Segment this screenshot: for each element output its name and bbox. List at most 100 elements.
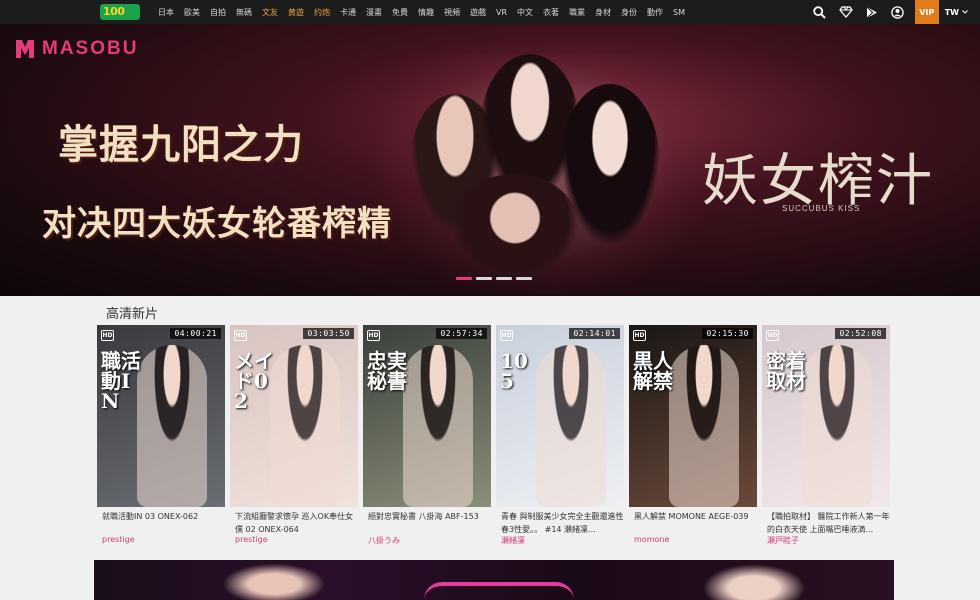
video-title[interactable]: 【職拍取材】 醫院工作新人第一年的白衣天使 上面嘴巴唾液滴... (762, 510, 890, 536)
video-thumbnail[interactable]: 忠実秘書 HD 02:57:34 (363, 325, 491, 507)
thumbnail-figure (802, 345, 872, 507)
video-actor[interactable]: 瀬緒凜 (496, 535, 624, 546)
thumbnail-figure (669, 345, 739, 507)
hd-badge: HD (633, 330, 646, 341)
video-thumbnail[interactable]: 黒人解禁 HD 02:15:30 (629, 325, 757, 507)
hd-badge: HD (766, 330, 779, 341)
nav-item-14[interactable]: 中文 (517, 7, 533, 18)
video-actor[interactable]: prestige (97, 535, 225, 544)
language-selector[interactable]: TW (939, 8, 980, 17)
duration-badge: 02:52:08 (835, 328, 886, 339)
video-card[interactable]: 密着取材 HD 02:52:08 【職拍取材】 醫院工作新人第一年的白衣天使 上面嘴巴… (762, 325, 890, 546)
thumbnail-overlay-text: 黒人解禁 (633, 349, 673, 393)
nav-item-12[interactable]: 遊戲 (470, 7, 486, 18)
nav-item-13[interactable]: VR (496, 8, 507, 17)
thumbnail-figure (536, 345, 606, 507)
nav-item-7[interactable]: 卡通 (340, 7, 356, 18)
diamond-icon[interactable] (833, 0, 859, 24)
video-card[interactable]: 職活動IN HD 04:00:21 就職活動IN 03 ONEX-062 prestig… (97, 325, 225, 546)
nav-item-8[interactable]: 漫畫 (366, 7, 382, 18)
thumbnail-overlay-text: 職活動IN (101, 349, 141, 413)
video-title[interactable]: 就職活動IN 03 ONEX-062 (97, 510, 225, 536)
nav-item-5[interactable]: 黄遊 (288, 7, 304, 18)
hero-figure-4 (450, 174, 580, 284)
search-icon[interactable] (807, 0, 833, 24)
video-thumbnail[interactable]: 105 HD 02:14:01 (496, 325, 624, 507)
user-icon[interactable] (885, 0, 911, 24)
page: 100 日本 歐美 自拍 無碼 文友 黄遊 约炮 卡通 漫畫 免費 情趣 視頻 遊戲 VR 中文 衣著 職業 身材… (0, 0, 980, 600)
video-card[interactable]: メイド02 HD 03:03:50 下流組廳警求懷孕 巡入OK奉仕女僕 02 ONEX… (230, 325, 358, 546)
logo-text: 100 (103, 5, 125, 18)
thumbnail-overlay-text: 105 (500, 349, 528, 393)
nav-item-9[interactable]: 免費 (392, 7, 408, 18)
thumbnail-figure (403, 345, 473, 507)
carousel-dot-3[interactable] (516, 277, 532, 280)
vip-button[interactable]: VIP (914, 0, 939, 24)
carousel-dot-2[interactable] (496, 277, 512, 280)
hd-badge: HD (500, 330, 513, 341)
hero-headline-2: 对决四大妖女轮番榨精 (42, 204, 392, 244)
nav-item-10[interactable]: 情趣 (418, 7, 434, 18)
video-title[interactable]: 下流組廳警求懷孕 巡入OK奉仕女僕 02 ONEX-064 (230, 510, 358, 536)
video-card[interactable]: 忠実秘書 HD 02:57:34 絕對忠實秘書 八掛海 ABF-153 八掛うみ (363, 325, 491, 546)
nav-item-17[interactable]: 身材 (595, 7, 611, 18)
video-actor[interactable]: momone (629, 535, 757, 544)
nav-item-19[interactable]: 動作 (647, 7, 663, 18)
nav-item-15[interactable]: 衣著 (543, 7, 559, 18)
ad-neon-decoration (424, 582, 574, 600)
duration-badge: 04:00:21 (170, 328, 221, 339)
chevron-down-icon (962, 10, 968, 14)
hero-brand-text: MASOBU (42, 38, 139, 59)
duration-badge: 02:15:30 (702, 328, 753, 339)
nav-actions: VIP TW (807, 0, 980, 24)
nav-item-11[interactable]: 視頻 (444, 7, 460, 18)
video-title[interactable]: 絕對忠實秘書 八掛海 ABF-153 (363, 510, 491, 536)
video-thumbnail[interactable]: メイド02 HD 03:03:50 (230, 325, 358, 507)
hd-badge: HD (367, 330, 380, 341)
hero-headline-1: 掌握九阳之力 (58, 122, 304, 168)
nav-item-1[interactable]: 歐美 (184, 7, 200, 18)
hd-badge: HD (101, 330, 114, 341)
video-actor[interactable]: 八掛うみ (363, 535, 491, 546)
section-title: 高清新片 (106, 307, 159, 322)
site-logo[interactable]: 100 (100, 2, 142, 22)
thumbnail-overlay-text: 忠実秘書 (367, 349, 407, 393)
thumbnail-figure (270, 345, 340, 507)
thumbnail-overlay-text: メイド02 (234, 349, 274, 413)
nav-item-0[interactable]: 日本 (158, 7, 174, 18)
video-grid: 職活動IN HD 04:00:21 就職活動IN 03 ONEX-062 prestig… (97, 325, 890, 546)
ad-figure-right (694, 560, 814, 600)
video-thumbnail[interactable]: 職活動IN HD 04:00:21 (97, 325, 225, 507)
hero-brand: MASOBU (14, 38, 138, 60)
ad-figure-left (214, 560, 334, 600)
video-card[interactable]: 105 HD 02:14:01 青春 與制服美少女完全主觀還進性春3性愛。。 #14 … (496, 325, 624, 546)
nav-item-2[interactable]: 自拍 (210, 7, 226, 18)
hero-subtitle-right: SUCCUBUS KISS (782, 204, 861, 213)
video-actor[interactable]: prestige (230, 535, 358, 544)
nav-item-18[interactable]: 身份 (621, 7, 637, 18)
duration-badge: 03:03:50 (303, 328, 354, 339)
nav-item-4[interactable]: 文友 (262, 7, 278, 18)
thumbnail-figure (137, 345, 207, 507)
carousel-dot-1[interactable] (476, 277, 492, 280)
video-card[interactable]: 黒人解禁 HD 02:15:30 黑人解禁 MOMONE AEGE-039 momone (629, 325, 757, 546)
video-thumbnail[interactable]: 密着取材 HD 02:52:08 (762, 325, 890, 507)
duration-badge: 02:57:34 (436, 328, 487, 339)
video-actor[interactable]: 瀬戸睦子 (762, 535, 890, 546)
hero-banner[interactable]: MASOBU 掌握九阳之力 对决四大妖女轮番榨精 妖女榨汁 SUCCUBUS K… (0, 24, 980, 296)
carousel-dot-0[interactable] (456, 277, 472, 280)
nav-item-20[interactable]: SM (673, 8, 685, 17)
nav-item-6[interactable]: 约炮 (314, 7, 330, 18)
category-nav: 日本 歐美 自拍 無碼 文友 黄遊 约炮 卡通 漫畫 免費 情趣 視頻 遊戲 VR 中文 衣著 職業 身材 身份 動作… (158, 0, 695, 24)
nav-item-16[interactable]: 職業 (569, 7, 585, 18)
video-title[interactable]: 黑人解禁 MOMONE AEGE-039 (629, 510, 757, 536)
top-navbar: 100 日本 歐美 自拍 無碼 文友 黄遊 约炮 卡通 漫畫 免費 情趣 視頻 遊戲 VR 中文 衣著 職業 身材… (0, 0, 980, 24)
nav-item-3[interactable]: 無碼 (236, 7, 252, 18)
thumbnail-overlay-text: 密着取材 (766, 349, 806, 393)
hd-badge: HD (234, 330, 247, 341)
play-store-icon[interactable] (859, 0, 885, 24)
video-title[interactable]: 青春 與制服美少女完全主觀還進性春3性愛。。 #14 瀨緒凜... (496, 510, 624, 536)
bottom-ad-banner[interactable] (94, 560, 894, 600)
masobu-logo-icon (14, 38, 36, 60)
duration-badge: 02:14:01 (569, 328, 620, 339)
